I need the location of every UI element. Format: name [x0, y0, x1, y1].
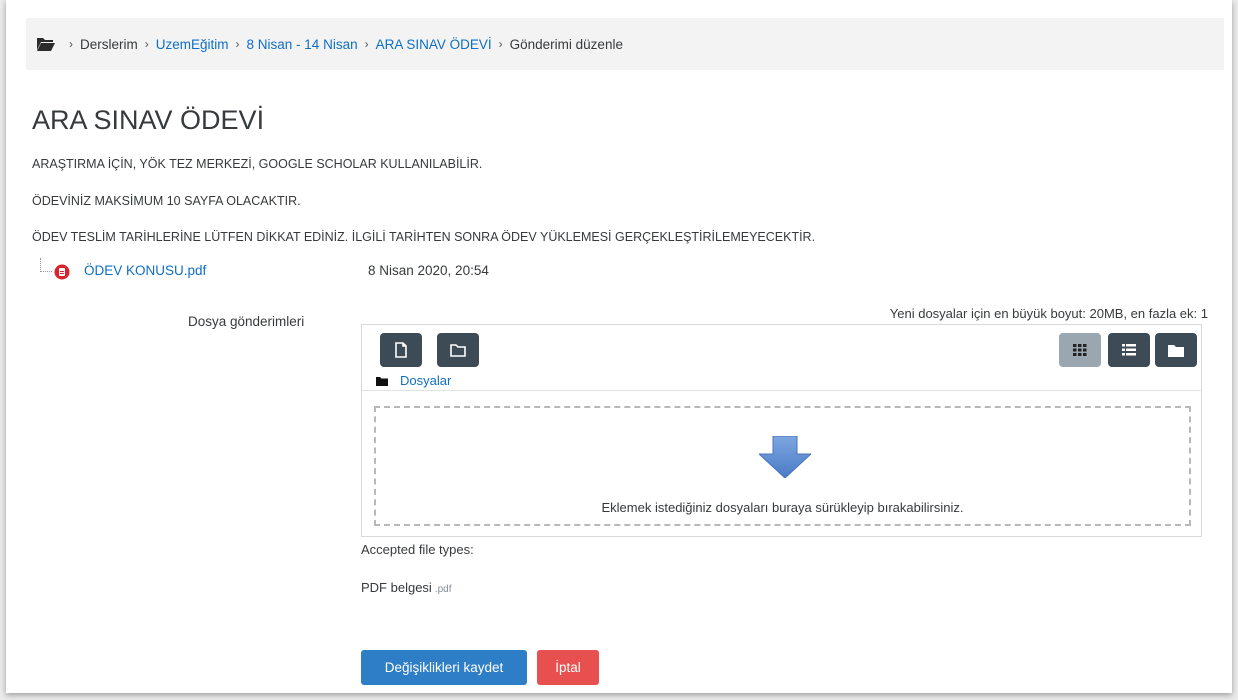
path-dosyalar-link[interactable]: Dosyalar — [400, 373, 451, 388]
drop-zone-text: Eklemek istediğiniz dosyaları buraya sür… — [601, 500, 964, 515]
description-line-2: ÖDEVİNİZ MAKSİMUM 10 SAYFA OLACAKTIR. — [32, 194, 301, 208]
pdf-file-icon — [54, 264, 70, 280]
view-list-button[interactable] — [1108, 333, 1150, 367]
accepted-file-type: PDF belgesi .pdf — [361, 580, 452, 595]
page-frame: › Derslerim › UzemEğitim › 8 Nisan - 14 … — [6, 0, 1232, 693]
breadcrumb-item-assignment[interactable]: ARA SINAV ÖDEVİ — [376, 37, 492, 52]
description-line-1: ARAŞTIRMA İÇİN, YÖK TEZ MERKEZİ, GOOGLE … — [32, 157, 483, 171]
file-type-name: PDF belgesi — [361, 580, 432, 595]
file-picker-toolbar: Dosyalar — [362, 325, 1201, 391]
file-submissions-label: Dosya gönderimleri — [188, 314, 305, 329]
breadcrumb-separator: › — [498, 37, 503, 51]
view-icons-button[interactable] — [1059, 333, 1101, 367]
page-title: ARA SINAV ÖDEVİ — [32, 105, 265, 135]
breadcrumb-item-derslerim[interactable]: Derslerim — [80, 37, 138, 52]
save-changes-button[interactable]: Değişiklikleri kaydet — [361, 650, 527, 685]
file-icon — [395, 342, 407, 358]
file-picker-path: Dosyalar — [376, 373, 451, 388]
breadcrumb-item-course[interactable]: UzemEğitim — [156, 37, 229, 52]
file-picker: Dosyalar Eklemek istediğiniz dosyaları b… — [361, 324, 1202, 537]
drop-zone[interactable]: Eklemek istediğiniz dosyaları buraya sür… — [374, 406, 1191, 526]
folder-small-icon — [376, 376, 388, 386]
file-type-extension: .pdf — [434, 584, 452, 595]
max-size-info: Yeni dosyalar için en büyük boyut: 20MB,… — [889, 306, 1208, 321]
folder-solid-icon — [1168, 344, 1184, 357]
cancel-button[interactable]: İptal — [537, 650, 599, 685]
attachment-row: ÖDEV KONUSU.pdf 8 Nisan 2020, 20:54 — [40, 258, 640, 282]
list-icon — [1122, 344, 1136, 356]
breadcrumb-separator: › — [69, 37, 73, 51]
create-folder-button[interactable] — [437, 333, 479, 367]
grid-icon — [1073, 344, 1087, 356]
download-arrow-icon — [759, 436, 811, 478]
breadcrumb-separator: › — [364, 37, 369, 51]
description-line-3: ÖDEV TESLİM TARİHLERİNE LÜTFEN DİKKAT ED… — [32, 230, 816, 244]
folder-open-icon — [37, 38, 55, 51]
attachment-date: 8 Nisan 2020, 20:54 — [368, 263, 489, 278]
view-tree-button[interactable] — [1155, 333, 1197, 367]
accepted-types-label: Accepted file types: — [361, 542, 474, 557]
attachment-link[interactable]: ÖDEV KONUSU.pdf — [84, 263, 206, 278]
breadcrumb-item-current: Gönderimi düzenle — [509, 36, 623, 52]
add-file-button[interactable] — [380, 333, 422, 367]
breadcrumb-separator: › — [144, 37, 149, 51]
tree-connector — [40, 258, 52, 272]
folder-icon — [450, 344, 466, 357]
breadcrumb-item-week[interactable]: 8 Nisan - 14 Nisan — [247, 37, 358, 52]
breadcrumb: › Derslerim › UzemEğitim › 8 Nisan - 14 … — [26, 18, 1224, 70]
breadcrumb-separator: › — [235, 37, 240, 51]
